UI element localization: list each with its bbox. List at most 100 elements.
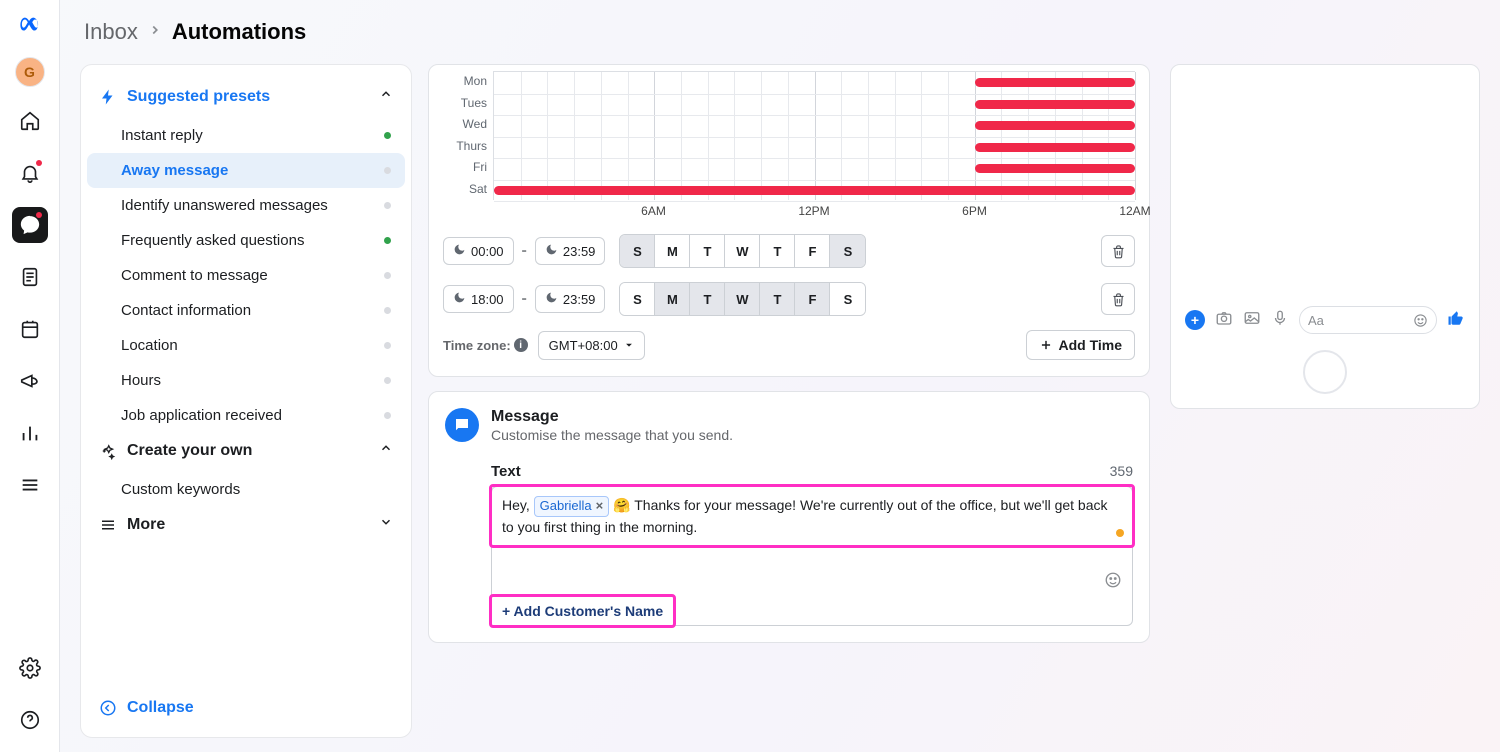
moon-icon	[545, 243, 558, 259]
status-dot-icon	[384, 307, 391, 314]
timezone-select[interactable]: GMT+08:00	[538, 331, 645, 360]
rail-more[interactable]	[12, 467, 48, 503]
preset-item[interactable]: Frequently asked questions	[87, 223, 405, 258]
day-btn[interactable]: F	[795, 283, 830, 315]
home-icon	[19, 110, 41, 132]
breadcrumb-root[interactable]: Inbox	[84, 19, 138, 45]
sidebar: Suggested presets Instant replyAway mess…	[80, 64, 412, 738]
schedule-axis: 6AM12PM6PM12AM	[493, 204, 1135, 220]
day-btn[interactable]: S	[620, 283, 655, 315]
phone-preview: + Aa	[1170, 64, 1480, 409]
start-time-input[interactable]: 18:00	[443, 285, 514, 313]
mic-icon[interactable]	[1271, 309, 1289, 332]
custom-list: Custom keywords	[87, 472, 405, 507]
status-dot-icon	[384, 132, 391, 139]
preset-item[interactable]: Contact information	[87, 293, 405, 328]
like-icon[interactable]	[1447, 309, 1465, 332]
timezone-label: Time zone: i	[443, 338, 528, 353]
schedule-card: MonTuesWedThursFriSat 6AM12PM6PM12AM 00:…	[428, 64, 1150, 377]
image-icon[interactable]	[1243, 309, 1261, 332]
schedule-grid	[493, 71, 1135, 200]
preset-item[interactable]: Hours	[87, 363, 405, 398]
menu-icon	[19, 474, 41, 496]
rail-help[interactable]	[12, 702, 48, 738]
lightning-icon	[99, 88, 117, 106]
preset-item[interactable]: Comment to message	[87, 258, 405, 293]
add-time-button[interactable]: Add Time	[1026, 330, 1135, 360]
delete-row-button[interactable]	[1101, 283, 1135, 315]
rail-home[interactable]	[12, 103, 48, 139]
rail-calendar[interactable]	[12, 311, 48, 347]
day-btn[interactable]: W	[725, 235, 760, 267]
document-icon	[19, 266, 41, 288]
schedule-time-row: 00:00-23:59SMTWTFS	[443, 234, 1135, 268]
gear-icon	[19, 657, 41, 679]
end-time-input[interactable]: 23:59	[535, 285, 606, 313]
day-btn[interactable]: T	[760, 235, 795, 267]
message-icon	[445, 408, 479, 442]
sparkle-icon	[99, 442, 117, 460]
phone-text-input[interactable]: Aa	[1299, 306, 1437, 334]
account-avatar[interactable]: G	[15, 57, 45, 87]
day-btn[interactable]: S	[830, 283, 865, 315]
message-text-highlight: Hey, Gabriella× 🤗 Thanks for your messag…	[489, 484, 1135, 548]
group-suggested-presets[interactable]: Suggested presets	[87, 79, 405, 118]
status-dot-icon	[384, 272, 391, 279]
breadcrumb-current: Automations	[172, 19, 306, 45]
emoji-icon[interactable]	[1104, 571, 1122, 589]
rail-notifications[interactable]	[12, 155, 48, 191]
message-textarea[interactable]: Hey, Gabriella× 🤗 Thanks for your messag…	[491, 486, 1133, 626]
chevron-up-icon	[379, 87, 393, 106]
info-icon[interactable]: i	[514, 338, 528, 352]
day-btn[interactable]: T	[760, 283, 795, 315]
preset-item[interactable]: Away message	[87, 153, 405, 188]
rail-posts[interactable]	[12, 259, 48, 295]
rail-ads[interactable]	[12, 363, 48, 399]
remove-token-icon[interactable]: ×	[596, 497, 604, 516]
day-btn[interactable]: T	[690, 283, 725, 315]
preset-item[interactable]: Identify unanswered messages	[87, 188, 405, 223]
schedule-time-row: 18:00-23:59SMTWTFS	[443, 282, 1135, 316]
preset-item[interactable]: Job application received	[87, 398, 405, 433]
day-btn[interactable]: T	[690, 235, 725, 267]
collapse-button[interactable]: Collapse	[87, 689, 405, 727]
preset-item[interactable]: Location	[87, 328, 405, 363]
day-btn[interactable]: S	[620, 235, 655, 267]
end-time-input[interactable]: 23:59	[535, 237, 606, 265]
text-label: Text	[491, 463, 521, 480]
message-title: Message	[491, 408, 1133, 426]
start-time-input[interactable]: 00:00	[443, 237, 514, 265]
rail-messages[interactable]	[12, 207, 48, 243]
chevron-down-icon	[379, 515, 393, 534]
megaphone-icon	[19, 370, 41, 392]
phone-home-button	[1303, 350, 1347, 394]
status-dot-icon	[384, 377, 391, 384]
rail-insights[interactable]	[12, 415, 48, 451]
day-btn[interactable]: M	[655, 283, 690, 315]
preset-item[interactable]: Instant reply	[87, 118, 405, 153]
chart-icon	[19, 422, 41, 444]
emoji-icon	[1413, 313, 1428, 328]
moon-icon	[545, 291, 558, 307]
trash-icon	[1111, 244, 1126, 259]
delete-row-button[interactable]	[1101, 235, 1135, 267]
custom-item[interactable]: Custom keywords	[87, 472, 405, 507]
day-selector: SMTWTFS	[619, 234, 866, 268]
customer-name-token[interactable]: Gabriella×	[534, 496, 610, 517]
day-btn[interactable]: M	[655, 235, 690, 267]
caret-down-icon	[624, 340, 634, 350]
status-dot-icon	[384, 342, 391, 349]
meta-logo-icon	[19, 14, 41, 41]
group-more[interactable]: More	[87, 507, 405, 546]
day-btn[interactable]: W	[725, 283, 760, 315]
day-btn[interactable]: F	[795, 235, 830, 267]
rail-settings[interactable]	[12, 650, 48, 686]
phone-add-button[interactable]: +	[1185, 310, 1205, 330]
chevron-up-icon	[379, 441, 393, 460]
collapse-icon	[99, 699, 117, 717]
camera-icon[interactable]	[1215, 309, 1233, 332]
day-btn[interactable]: S	[830, 235, 865, 267]
group-create-own[interactable]: Create your own	[87, 433, 405, 472]
add-customer-name-button[interactable]: + Add Customer's Name	[489, 594, 676, 628]
plus-icon	[1039, 338, 1053, 352]
